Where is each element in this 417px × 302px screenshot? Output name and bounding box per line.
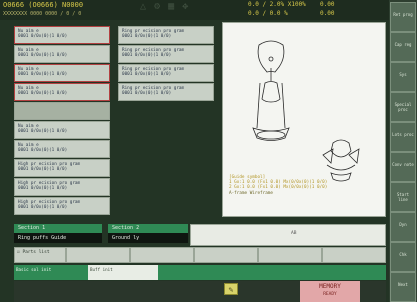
function-button[interactable] bbox=[66, 247, 130, 263]
status-bar: Basic sol init Buff init bbox=[14, 265, 386, 280]
program-item[interactable]: Nu aim e 0001 0/0x(0)(1 0/0) bbox=[14, 26, 110, 44]
side-button-7[interactable]: Start line bbox=[390, 182, 416, 212]
function-button[interactable] bbox=[322, 247, 386, 263]
function-button[interactable] bbox=[194, 247, 258, 263]
function-row: ☑ Parts list bbox=[14, 247, 386, 263]
grid-icon[interactable]: ▦ bbox=[168, 1, 175, 12]
item-sub: 0001 0/0x(0)(1 0/0) bbox=[122, 34, 172, 39]
feed-b: 0.00 bbox=[320, 10, 335, 17]
item-sub: 0001 0/0x(0)(1 0/0) bbox=[18, 53, 68, 58]
program-item[interactable]: Nu aim e 0001 0/0x(0)(1 0/0) bbox=[14, 83, 110, 101]
memory-label: MEMORY bbox=[319, 283, 341, 290]
program-item[interactable]: High pr ecision pro gram 0001 0/0x(0)(1 0… bbox=[14, 197, 110, 215]
item-sub: 0001 0/0x(0)(1 0/0) bbox=[18, 72, 68, 77]
fn-label: Parts list bbox=[22, 250, 50, 255]
parts-list-button[interactable]: ☑ Parts list bbox=[14, 247, 66, 263]
program-item[interactable]: High pr ecision pro gram 0001 0/0x(0)(1 0… bbox=[14, 178, 110, 196]
item-sub: 0001 0/0x(0)(1 0/0) bbox=[18, 129, 68, 134]
program-item[interactable]: Ring pr ecision pro gram 0001 0/0x(0)(1 0… bbox=[118, 83, 214, 101]
program-item[interactable] bbox=[14, 102, 110, 120]
item-sub: 0001 0/0x(0)(1 0/0) bbox=[18, 205, 68, 210]
item-sub: 0001 0/0x(0)(1 0/0) bbox=[122, 91, 172, 96]
section-2-value[interactable]: Ground ly bbox=[108, 233, 188, 243]
item-sub: 0001 0/0x(0)(1 0/0) bbox=[18, 167, 68, 172]
side-button-10[interactable]: Next bbox=[390, 272, 416, 302]
check-icon: ☑ bbox=[17, 250, 20, 255]
memory-sub: READY bbox=[323, 292, 337, 297]
item-sub: 0001 0/0x(0)(1 0/0) bbox=[18, 148, 68, 153]
side-button-4[interactable]: Special proc bbox=[390, 92, 416, 122]
cnc-screen: O0666 (O0666) N0000 XXXXXXXX 0000 0000 /… bbox=[0, 0, 417, 302]
status-basic: Basic sol init bbox=[16, 267, 52, 272]
side-button-3[interactable]: Sys bbox=[390, 62, 416, 92]
header-bar: O0666 (O0666) N0000 XXXXXXXX 0000 0000 /… bbox=[0, 0, 389, 20]
item-sub: 0001 0/0x(0)(1 0/0) bbox=[122, 72, 172, 77]
status-buff: Buff init bbox=[88, 265, 158, 280]
item-sub: 0001 0/0x(0)(1 0/0) bbox=[18, 91, 68, 96]
program-sub: XXXXXXXX 0000 0000 / 0 / 0 bbox=[3, 11, 82, 17]
gear-icon[interactable]: ⚙ bbox=[154, 1, 161, 12]
section-1-tab[interactable]: Section 1 bbox=[14, 224, 102, 233]
view-mode-label: A-frame Wireframe bbox=[229, 191, 273, 196]
program-item[interactable]: High pr ecision pro gram 0001 0/0x(0)(1 0… bbox=[14, 159, 110, 177]
program-item[interactable]: Nu aim e 0001 0/0x(0)(1 0/0) bbox=[14, 121, 110, 139]
side-button-2[interactable]: Cap reg bbox=[390, 32, 416, 62]
function-button[interactable] bbox=[258, 247, 322, 263]
note-line: 2 Gx:1 0.0 (Fx1 0.0) Mx(0/0x(0)(1 0/0) bbox=[229, 185, 328, 190]
side-button-9[interactable]: Chk bbox=[390, 242, 416, 272]
section-detail-label: AB bbox=[291, 231, 297, 236]
function-button[interactable] bbox=[130, 247, 194, 263]
tool-icon[interactable]: ✥ bbox=[182, 1, 189, 12]
section-1-value[interactable]: Ring puffs Guide bbox=[14, 233, 102, 243]
side-button-5[interactable]: Lots proc bbox=[390, 122, 416, 152]
item-sub: 0001 0/0x(0)(1 0/0) bbox=[18, 186, 68, 191]
program-item[interactable]: Nu aim e 0001 0/0x(0)(1 0/0) bbox=[14, 140, 110, 158]
program-item[interactable]: Ring pr ecision pro gram 0001 0/0x(0)(1 0… bbox=[118, 26, 214, 44]
side-menu: Ret prog Cap reg Sys Special proc Lots p… bbox=[389, 0, 417, 302]
section-2-tab[interactable]: Section 2 bbox=[108, 224, 188, 233]
memory-status: MEMORY READY bbox=[300, 281, 360, 302]
program-item[interactable]: Nu aim e 0001 0/0x(0)(1 0/0) bbox=[14, 64, 110, 82]
section-detail: AB bbox=[190, 224, 386, 246]
feed-a: 0.00 bbox=[320, 1, 335, 8]
side-button-8[interactable]: Dyn bbox=[390, 212, 416, 242]
preview-pane: [Guide symbol] 1 Gx:1 0.0 (Fx1 0.0) Mx(0… bbox=[222, 22, 386, 217]
guide-note: [Guide symbol] 1 Gx:1 0.0 (Fx1 0.0) Mx(0… bbox=[229, 175, 327, 190]
item-sub: 0001 0/0x(0)(1 0/0) bbox=[18, 34, 68, 39]
program-id: O0666 (O0666) N0000 bbox=[3, 1, 84, 9]
position-b: 0.0 / 0.0 % bbox=[248, 10, 288, 17]
side-button-6[interactable]: Conv note bbox=[390, 152, 416, 182]
warning-icon[interactable]: ✎ bbox=[224, 283, 238, 295]
triangle-icon[interactable]: △ bbox=[140, 1, 147, 12]
side-button-1[interactable]: Ret prog bbox=[390, 2, 416, 32]
toolbar-icons: △ ⚙ ▦ ✥ bbox=[140, 1, 189, 12]
program-item[interactable]: Ring pr ecision pro gram 0001 0/0x(0)(1 0… bbox=[118, 64, 214, 82]
program-item[interactable]: Nu aim e 0001 0/0x(0)(1 0/0) bbox=[14, 45, 110, 63]
program-item[interactable]: Ring pr ecision pro gram 0001 0/0x(0)(1 0… bbox=[118, 45, 214, 63]
item-sub: 0001 0/0x(0)(1 0/0) bbox=[122, 53, 172, 58]
position-a: 0.0 / 2.0% X100% bbox=[248, 1, 306, 8]
